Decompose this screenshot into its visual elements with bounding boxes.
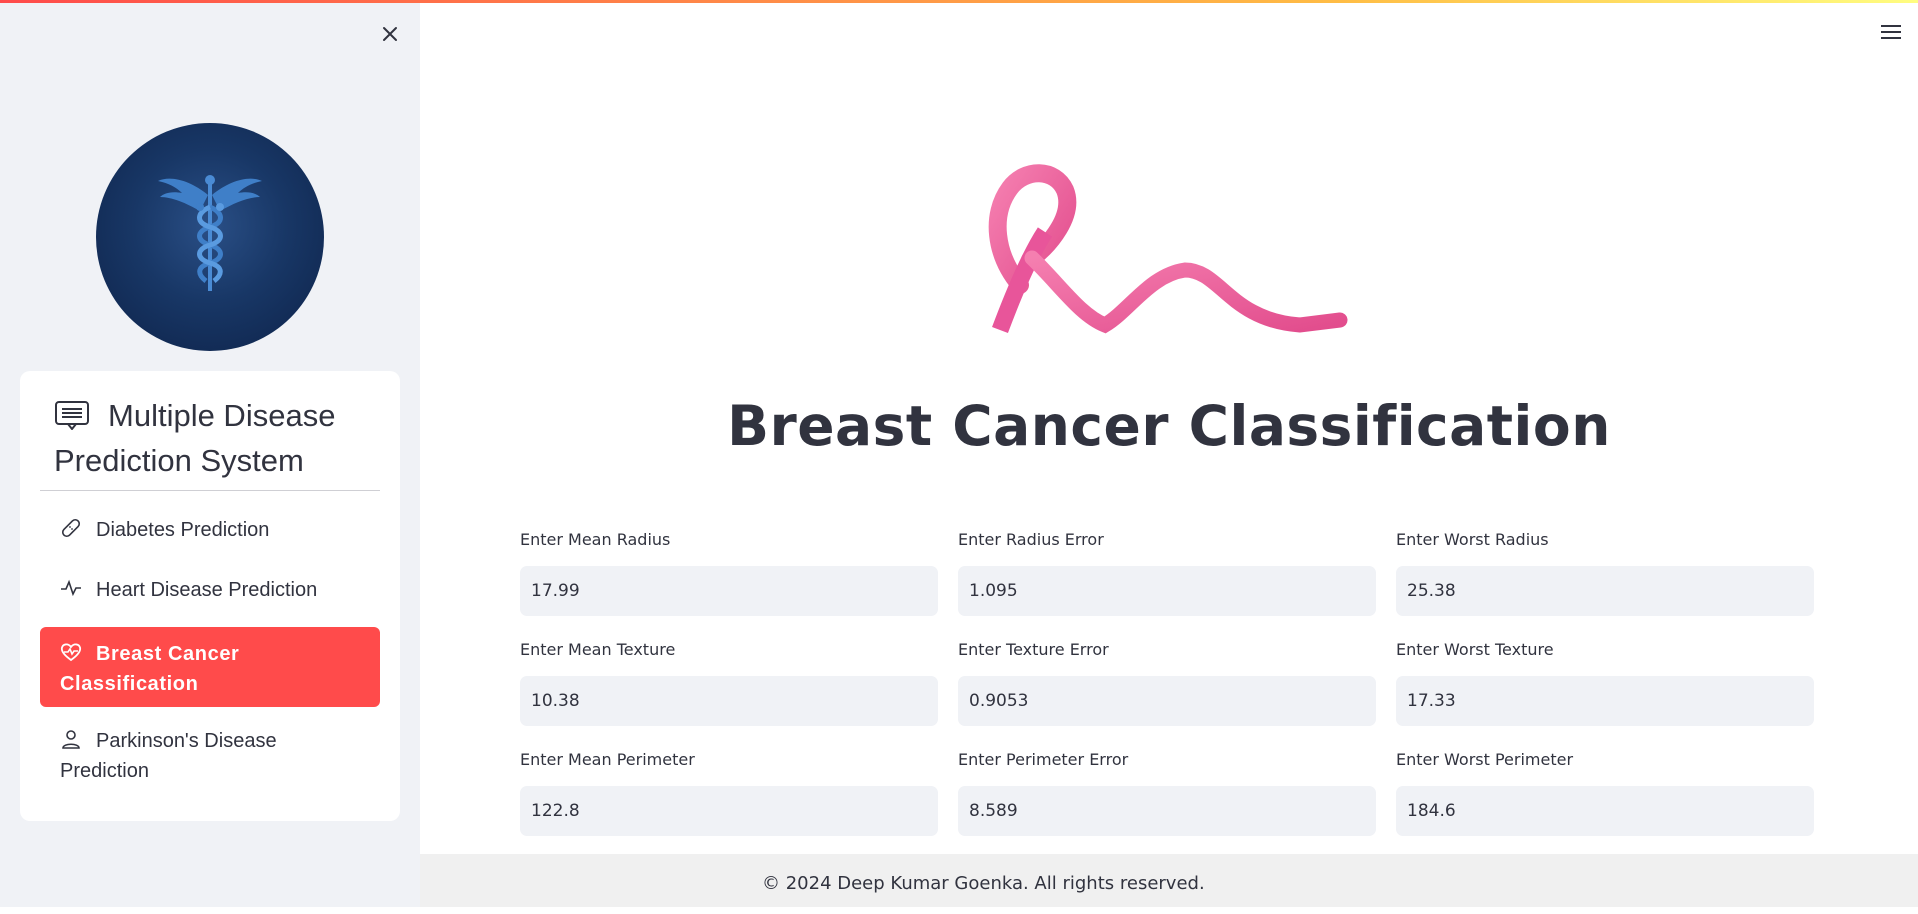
menu-item-label: Diabetes Prediction: [96, 519, 270, 541]
worst-radius-field: Enter Worst Radius: [1396, 529, 1814, 616]
pink-ribbon-icon: [988, 164, 1348, 334]
navigation-menu: Multiple Disease Prediction System Diabe…: [20, 371, 400, 821]
field-label: Enter Radius Error: [958, 530, 1104, 549]
chat-list-icon: [55, 401, 89, 430]
field-label: Enter Mean Perimeter: [520, 750, 695, 769]
radius-error-field: Enter Radius Error: [958, 529, 1376, 616]
mean-perimeter-input[interactable]: [520, 786, 938, 836]
worst-radius-input[interactable]: [1396, 566, 1814, 616]
menu-item-diabetes[interactable]: Diabetes Prediction: [40, 515, 380, 545]
activity-icon: [61, 579, 81, 597]
field-label: Enter Texture Error: [958, 640, 1109, 659]
texture-error-field: Enter Texture Error: [958, 639, 1376, 726]
caduceus-logo: [96, 123, 324, 351]
sidebar: Multiple Disease Prediction System Diabe…: [0, 0, 420, 907]
heart-pulse-icon: [60, 643, 82, 662]
field-label: Enter Worst Perimeter: [1396, 750, 1574, 769]
menu-item-label: Breast Cancer Classification: [60, 643, 240, 695]
perimeter-error-input[interactable]: [958, 786, 1376, 836]
mean-perimeter-field: Enter Mean Perimeter: [520, 749, 938, 836]
bandage-icon: [61, 518, 81, 538]
footer: © 2024 Deep Kumar Goenka. All rights res…: [420, 854, 1918, 907]
texture-error-input[interactable]: [958, 676, 1376, 726]
radius-error-input[interactable]: [958, 566, 1376, 616]
worst-perimeter-input[interactable]: [1396, 786, 1814, 836]
menu-item-heart-disease[interactable]: Heart Disease Prediction: [40, 575, 380, 605]
copyright-text: © 2024 Deep Kumar Goenka. All rights res…: [762, 873, 1205, 894]
menu-item-parkinsons[interactable]: Parkinson's Disease Prediction: [40, 726, 380, 786]
worst-perimeter-field: Enter Worst Perimeter: [1396, 749, 1814, 836]
worst-texture-field: Enter Worst Texture: [1396, 639, 1814, 726]
mean-radius-input[interactable]: [520, 566, 938, 616]
menu-divider: [40, 490, 380, 491]
main-content: Breast Cancer Classification Enter Mean …: [420, 0, 1918, 907]
menu-item-label: Parkinson's Disease Prediction: [60, 730, 277, 782]
field-label: Enter Worst Radius: [1396, 530, 1549, 549]
field-label: Enter Mean Texture: [520, 640, 676, 659]
close-icon: [383, 27, 397, 41]
mean-texture-input[interactable]: [520, 676, 938, 726]
top-decoration-bar: [0, 0, 1918, 3]
menu-item-breast-cancer[interactable]: Breast Cancer Classification: [40, 627, 380, 707]
menu-item-label: Heart Disease Prediction: [96, 579, 318, 601]
field-label: Enter Worst Texture: [1396, 640, 1554, 659]
perimeter-error-field: Enter Perimeter Error: [958, 749, 1376, 836]
menu-title: Multiple Disease Prediction System: [54, 393, 384, 483]
field-label: Enter Perimeter Error: [958, 750, 1129, 769]
close-sidebar-button[interactable]: [376, 20, 404, 48]
page-title: Breast Cancer Classification: [727, 394, 1611, 458]
person-icon: [62, 730, 80, 749]
mean-radius-field: Enter Mean Radius: [520, 529, 938, 616]
field-label: Enter Mean Radius: [520, 530, 671, 549]
caduceus-icon: [158, 175, 262, 291]
main-menu-button[interactable]: [1878, 20, 1904, 44]
menu-title-text: Multiple Disease Prediction System: [54, 398, 336, 478]
hamburger-icon: [1881, 25, 1901, 27]
mean-texture-field: Enter Mean Texture: [520, 639, 938, 726]
worst-texture-input[interactable]: [1396, 676, 1814, 726]
